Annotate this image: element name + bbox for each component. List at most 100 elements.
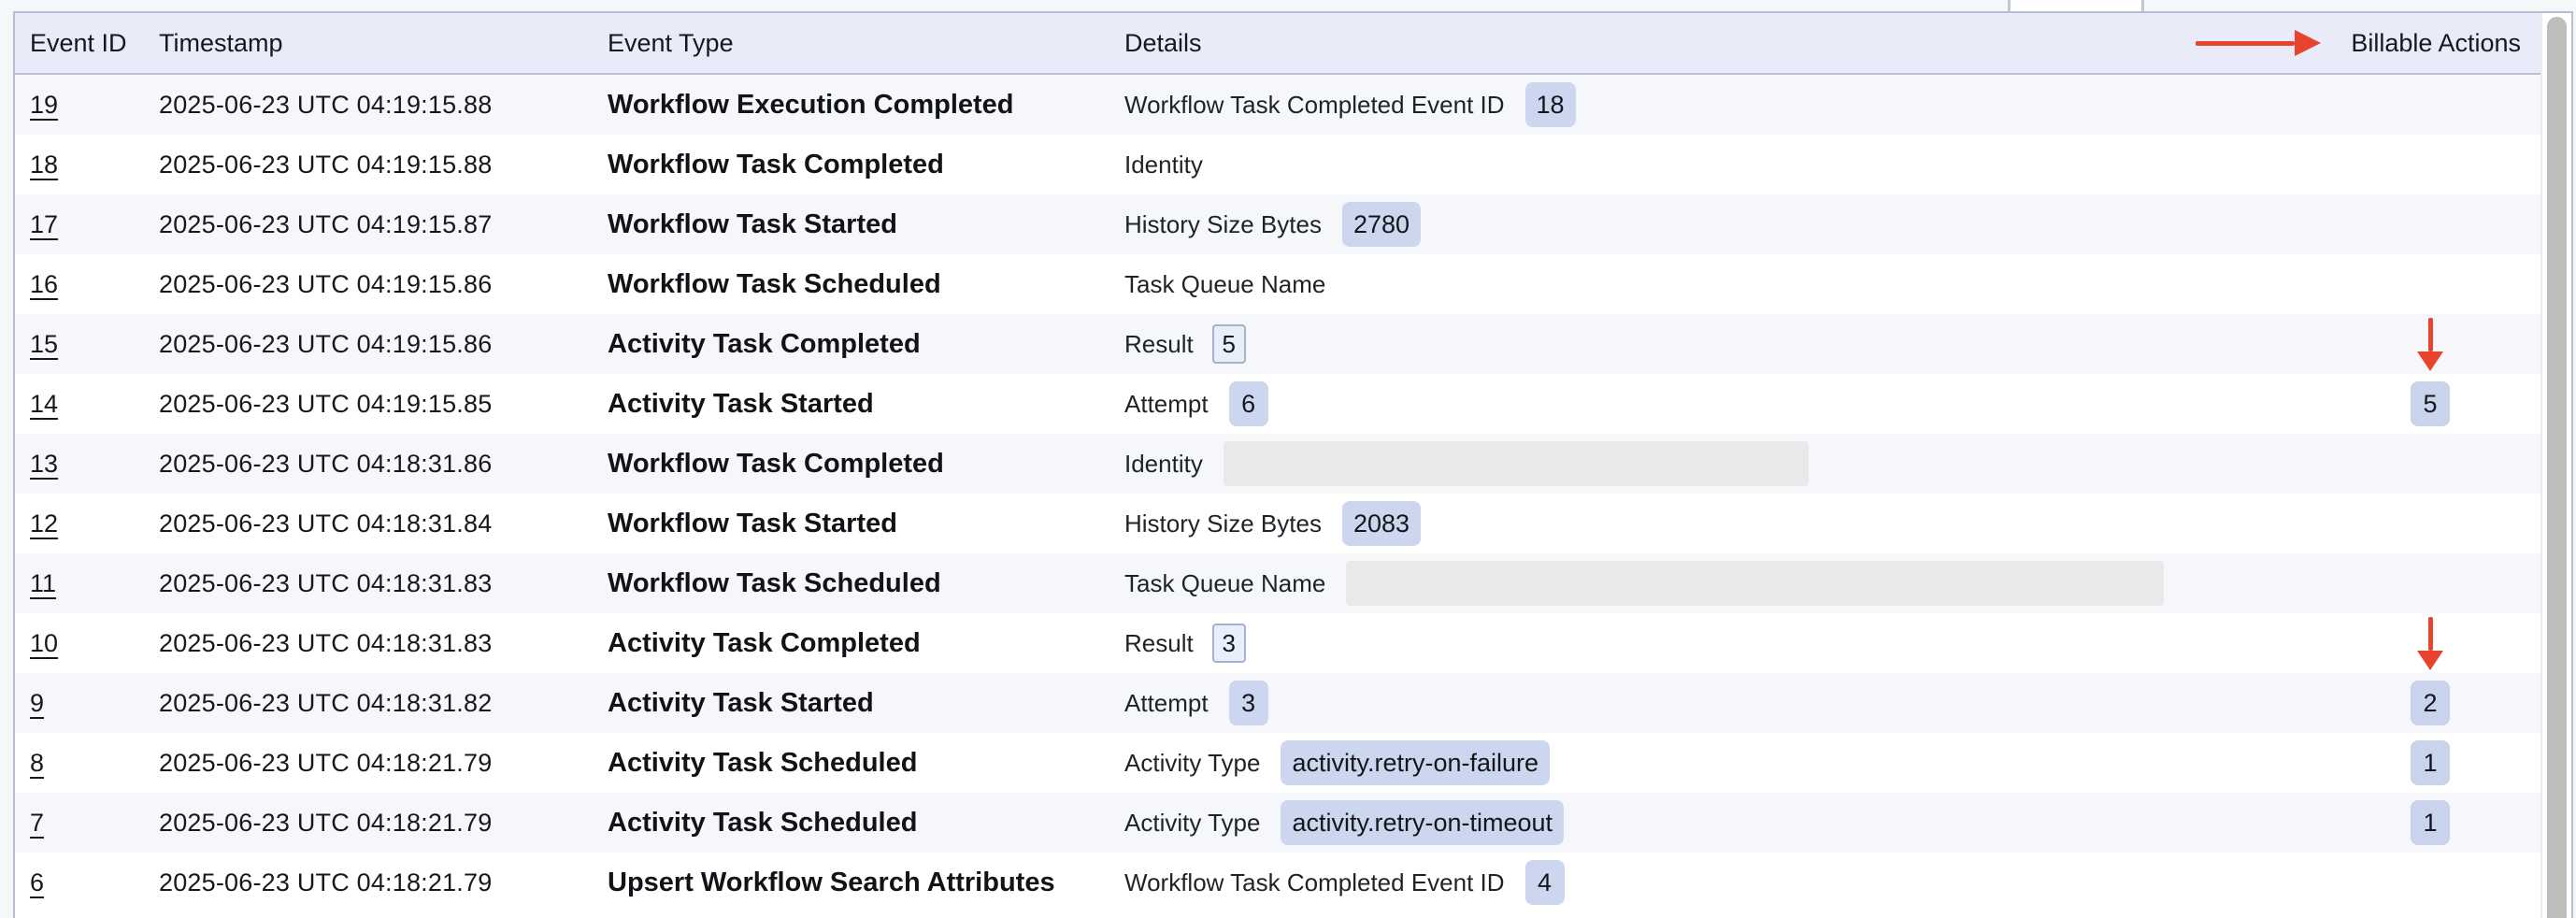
timestamp: 2025-06-23 UTC 04:18:31.82 (159, 689, 492, 717)
table-row: 152025-06-23 UTC 04:19:15.86Activity Tas… (15, 314, 2540, 374)
event-id-cell: 16 (30, 270, 159, 299)
event-type-cell: Activity Task Started (608, 688, 1124, 719)
billable-actions-cell (2322, 194, 2540, 254)
details-cell: Workflow Task Completed Event ID 18 (1124, 82, 2322, 127)
timestamp: 2025-06-23 UTC 04:18:31.84 (159, 509, 492, 538)
table-row: 132025-06-23 UTC 04:18:31.86Workflow Tas… (15, 434, 2540, 494)
timestamp-cell: 2025-06-23 UTC 04:19:15.86 (159, 270, 608, 299)
event-id-link[interactable]: 17 (30, 210, 58, 238)
redacted-value-block (1224, 441, 1809, 486)
scrollbar-thumb[interactable] (2547, 17, 2567, 918)
billable-actions-cell (2322, 254, 2540, 314)
column-header-event-id[interactable]: Event ID (30, 29, 159, 58)
arrow-head (2417, 651, 2443, 670)
billable-actions-cell (2322, 613, 2540, 673)
timestamp-cell: 2025-06-23 UTC 04:18:31.86 (159, 450, 608, 479)
event-id-cell: 19 (30, 91, 159, 120)
column-header-timestamp[interactable]: Timestamp (159, 29, 608, 58)
timestamp-cell: 2025-06-23 UTC 04:18:21.79 (159, 749, 608, 778)
timestamp-cell: 2025-06-23 UTC 04:19:15.88 (159, 151, 608, 179)
timestamp: 2025-06-23 UTC 04:18:21.79 (159, 868, 492, 896)
event-id-link[interactable]: 9 (30, 689, 44, 717)
timestamp: 2025-06-23 UTC 04:19:15.87 (159, 210, 492, 238)
timestamp: 2025-06-23 UTC 04:18:31.86 (159, 450, 492, 478)
detail-value-chip: activity.retry-on-timeout (1281, 800, 1564, 845)
billable-actions-count: 1 (2411, 800, 2450, 845)
billable-actions-cell (2322, 494, 2540, 553)
event-id-link[interactable]: 18 (30, 151, 58, 179)
detail-label: Result (1124, 330, 1194, 359)
event-id-cell: 18 (30, 151, 159, 179)
table-row: 17 2025-06-23 UTC 04:19:15.87 Workflow Tas… (15, 194, 2540, 254)
details-cell: Attempt6 (1124, 381, 2322, 426)
detail-label: History Size Bytes (1124, 509, 1322, 538)
billable-actions-count: 5 (2411, 381, 2450, 426)
event-type-cell: Workflow Task Completed (608, 150, 1124, 180)
event-type: Workflow Task Completed (608, 150, 944, 179)
event-id-link[interactable]: 12 (30, 509, 58, 538)
event-id-link[interactable]: 8 (30, 749, 44, 777)
event-id-cell: 7 (30, 809, 159, 838)
timestamp-cell: 2025-06-23 UTC 04:19:15.88 (159, 91, 608, 120)
event-type: Workflow Task Started (608, 209, 897, 239)
timestamp-cell: 2025-06-23 UTC 04:18:31.83 (159, 629, 608, 658)
event-id-link[interactable]: 7 (30, 809, 44, 837)
arrow-shaft (2196, 41, 2295, 46)
table-row: 142025-06-23 UTC 04:19:15.85Activity Tas… (15, 374, 2540, 434)
redacted-value-block (1346, 561, 2164, 606)
billable-actions-cell: 2 (2322, 673, 2540, 733)
toolbar-button-cutoff[interactable] (2008, 0, 2144, 11)
details-cell: Task Queue Name (1124, 270, 2322, 299)
arrow-head (2417, 351, 2443, 371)
event-id-link[interactable]: 15 (30, 330, 58, 358)
event-type: Upsert Workflow Search Attributes (608, 868, 1055, 897)
event-id-link[interactable]: 13 (30, 450, 58, 478)
timestamp-cell: 2025-06-23 UTC 04:18:31.84 (159, 509, 608, 538)
details-cell: Activity Typeactivity.retry-on-failure (1124, 740, 2322, 785)
table-content: Event ID Timestamp Event Type Details Bi… (15, 13, 2540, 918)
details-cell: Result 5 (1124, 324, 2322, 364)
detail-value-chip: 6 (1229, 381, 1268, 426)
event-id-cell: 15 (30, 330, 159, 359)
timestamp: 2025-06-23 UTC 04:18:21.79 (159, 809, 492, 837)
event-id-link[interactable]: 11 (30, 569, 56, 597)
timestamp-cell: 2025-06-23 UTC 04:19:15.87 (159, 210, 608, 239)
event-type: Activity Task Completed (608, 628, 921, 658)
timestamp-cell: 2025-06-23 UTC 04:19:15.86 (159, 330, 608, 359)
detail-label: Result (1124, 629, 1194, 658)
billable-actions-cell: 5 (2322, 374, 2540, 434)
event-id-link[interactable]: 14 (30, 390, 58, 418)
event-type-cell: Upsert Workflow Search Attributes (608, 868, 1124, 898)
detail-value-chip: 5 (1212, 324, 1246, 364)
column-header-billable-actions[interactable]: Billable Actions (2322, 13, 2540, 73)
scrollbar-track[interactable] (2540, 13, 2571, 918)
event-type-cell: Workflow Task Scheduled (608, 568, 1124, 599)
event-id-cell: 9 (30, 689, 159, 718)
event-id-link[interactable]: 10 (30, 629, 58, 657)
event-id-link[interactable]: 19 (30, 91, 58, 119)
details-cell: Activity Type activity.retry-on-timeout (1124, 800, 2322, 845)
event-history-screen: Event ID Timestamp Event Type Details Bi… (0, 0, 2576, 918)
timestamp-cell: 2025-06-23 UTC 04:18:31.82 (159, 689, 608, 718)
detail-value-chip: 2780 (1342, 202, 1421, 247)
event-type-cell: Activity Task Completed (608, 628, 1124, 659)
detail-label: Identity (1124, 450, 1203, 479)
billable-actions-cell (2322, 434, 2540, 494)
detail-value-chip: 3 (1229, 681, 1268, 725)
event-history-table: Event ID Timestamp Event Type Details Bi… (13, 11, 2573, 918)
detail-label: Workflow Task Completed Event ID (1124, 91, 1505, 120)
timestamp-cell: 2025-06-23 UTC 04:19:15.85 (159, 390, 608, 419)
detail-value-chip: 18 (1525, 82, 1576, 127)
detail-label: Identity (1124, 151, 1203, 179)
table-row: 72025-06-23 UTC 04:18:21.79Activity Task… (15, 793, 2540, 853)
event-id-link[interactable]: 16 (30, 270, 58, 298)
detail-label: Activity Type (1124, 809, 1260, 838)
billable-actions-cell (2322, 553, 2540, 613)
event-id-cell: 14 (30, 390, 159, 419)
arrow-head (2295, 30, 2321, 56)
detail-label: History Size Bytes (1124, 210, 1322, 239)
column-header-event-type[interactable]: Event Type (608, 29, 1124, 58)
event-id-link[interactable]: 6 (30, 868, 44, 896)
event-type: Activity Task Scheduled (608, 748, 917, 778)
column-header-details[interactable]: Details (1124, 29, 2322, 58)
